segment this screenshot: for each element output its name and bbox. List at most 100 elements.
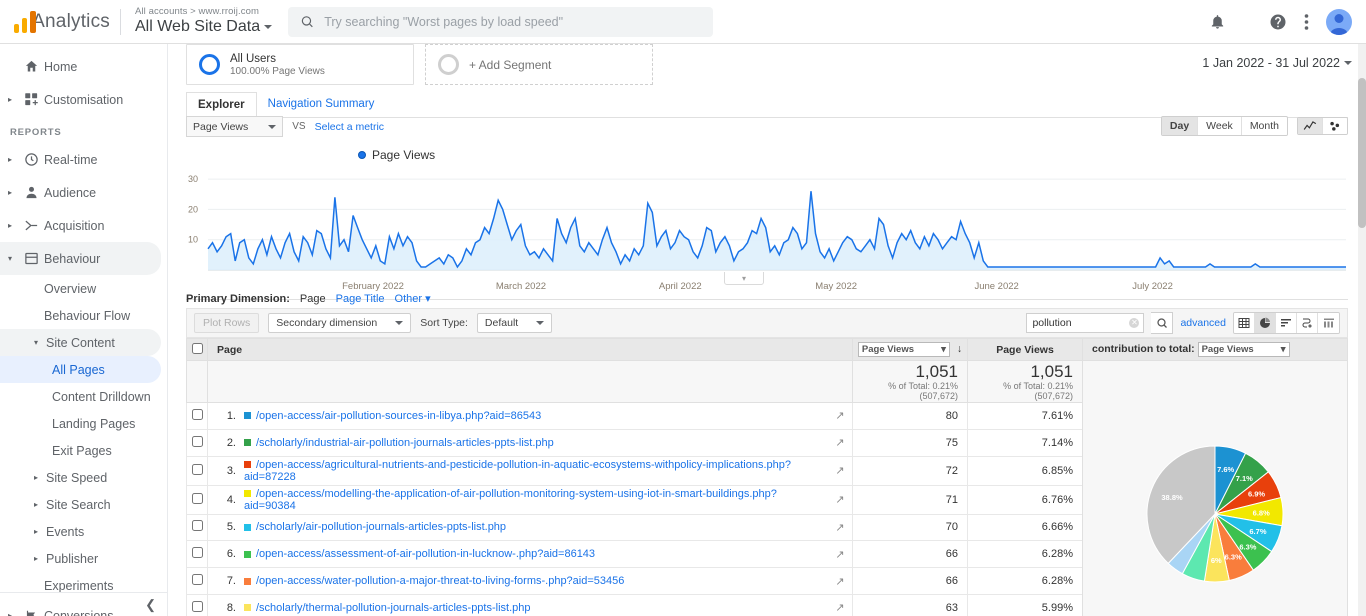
sidebar-item-acquisition[interactable]: ▸ Acquisition xyxy=(0,209,167,242)
sidebar-item-site-speed[interactable]: ▸Site Speed xyxy=(0,464,167,491)
row-checkbox[interactable] xyxy=(192,547,203,558)
global-search[interactable] xyxy=(288,7,713,37)
sidebar-item-customisation[interactable]: ▸ Customisation xyxy=(0,83,167,116)
row-page-link[interactable]: /open-access/water-pollution-a-major-thr… xyxy=(256,575,624,587)
page-views-chart[interactable]: 102030 xyxy=(186,164,1348,276)
granularity-month[interactable]: Month xyxy=(1242,117,1287,135)
primary-dimension-other[interactable]: Other ▾ xyxy=(395,292,431,305)
date-range-selector[interactable]: 1 Jan 2022 - 31 Jul 2022 xyxy=(1202,44,1352,82)
behaviour-icon xyxy=(18,251,44,266)
line-chart-icon[interactable] xyxy=(1298,118,1323,134)
sidebar-item-site-search[interactable]: ▸Site Search xyxy=(0,491,167,518)
row-checkbox[interactable] xyxy=(192,436,203,447)
row-page-link[interactable]: /scholarly/thermal-pollution-journals-ar… xyxy=(256,602,531,614)
brand-name: Analytics xyxy=(32,11,110,33)
sidebar-item-label: All Pages xyxy=(52,363,105,377)
page-scrollbar[interactable] xyxy=(1358,44,1366,616)
sidebar-item-behaviour-flow[interactable]: Behaviour Flow xyxy=(0,302,167,329)
segment-subtitle: 100.00% Page Views xyxy=(230,66,325,77)
sidebar-item-home[interactable]: Home xyxy=(0,50,167,83)
pie-view-icon[interactable] xyxy=(1255,313,1276,333)
date-range-label: 1 Jan 2022 - 31 Jul 2022 xyxy=(1202,56,1340,70)
row-checkbox[interactable] xyxy=(192,409,203,420)
help-icon[interactable] xyxy=(1269,13,1287,31)
column-pageviews[interactable]: Page Views xyxy=(968,339,1083,361)
plot-rows-button[interactable]: Plot Rows xyxy=(194,313,259,333)
primary-dimension-page-title[interactable]: Page Title xyxy=(336,293,385,305)
chevron-down-icon xyxy=(264,25,272,29)
table-search-button[interactable] xyxy=(1151,312,1173,334)
search-input[interactable] xyxy=(324,15,701,29)
bell-icon[interactable] xyxy=(1209,13,1226,30)
chart-resize-handle[interactable]: ▾ xyxy=(724,272,764,285)
row-page-link[interactable]: /open-access/air-pollution-sources-in-li… xyxy=(256,410,541,422)
sidebar-item-content-drilldown[interactable]: Content Drilldown xyxy=(0,383,167,410)
advanced-link[interactable]: advanced xyxy=(1180,317,1226,329)
totals-pct-value: 1,051 xyxy=(968,362,1082,382)
contribution-select[interactable]: Page Views ▾ xyxy=(1198,342,1290,357)
divider xyxy=(120,9,121,35)
pivot-view-icon[interactable] xyxy=(1318,313,1339,333)
sidebar-item-site-content[interactable]: ▾ Site Content xyxy=(0,329,161,356)
select-all-checkbox[interactable] xyxy=(192,343,203,354)
account-selector[interactable]: All accounts > www.rroij.com All Web Sit… xyxy=(135,7,272,36)
open-in-new-icon[interactable]: ↗ xyxy=(830,543,850,565)
tab-explorer[interactable]: Explorer xyxy=(186,92,257,118)
open-in-new-icon[interactable]: ↗ xyxy=(830,597,850,616)
sidebar-item-landing-pages[interactable]: Landing Pages xyxy=(0,410,167,437)
open-in-new-icon[interactable]: ↗ xyxy=(830,488,850,512)
granularity-week[interactable]: Week xyxy=(1198,117,1242,135)
sidebar-item-audience[interactable]: ▸ Audience xyxy=(0,176,167,209)
row-checkbox-cell xyxy=(187,568,208,595)
sidebar-item-overview[interactable]: Overview xyxy=(0,275,167,302)
row-page-link[interactable]: /open-access/modelling-the-application-o… xyxy=(244,488,777,512)
open-in-new-icon[interactable]: ↗ xyxy=(830,517,850,539)
metric-column-select[interactable]: Page Views ▾ xyxy=(858,342,950,357)
row-checkbox[interactable] xyxy=(192,464,203,475)
row-checkbox[interactable] xyxy=(192,520,203,531)
scrollbar-thumb[interactable] xyxy=(1358,78,1366,228)
row-page-link[interactable]: /open-access/agricultural-nutrients-and-… xyxy=(244,459,791,483)
add-segment-button[interactable]: + Add Segment xyxy=(425,44,653,85)
scatter-chart-icon[interactable] xyxy=(1323,118,1347,134)
contribution-pie-chart[interactable]: 7.6%7.1%6.9%6.8%6.7%6.3%6.3%6%38.8% xyxy=(1083,396,1347,616)
sidebar-item-real-time[interactable]: ▸ Real-time xyxy=(0,143,167,176)
metric-select[interactable]: Page Views xyxy=(186,116,283,137)
row-checkbox[interactable] xyxy=(192,493,203,504)
column-page[interactable]: Page xyxy=(208,339,853,361)
open-in-new-icon[interactable]: ↗ xyxy=(830,432,850,454)
row-page-link[interactable]: /open-access/assessment-of-air-pollution… xyxy=(256,548,595,560)
row-checkbox[interactable] xyxy=(192,574,203,585)
sort-type-select[interactable]: Default xyxy=(477,313,552,333)
table-search[interactable]: ✕ xyxy=(1026,313,1144,333)
sidebar-collapse-button[interactable]: ❮ xyxy=(0,592,168,616)
row-page-link[interactable]: /scholarly/industrial-air-pollution-jour… xyxy=(256,437,554,449)
sidebar-item-events[interactable]: ▸Events xyxy=(0,518,167,545)
row-page-link[interactable]: /scholarly/air-pollution-journals-articl… xyxy=(256,521,506,533)
svg-text:February 2022: February 2022 xyxy=(342,281,404,292)
sidebar-item-publisher[interactable]: ▸Publisher xyxy=(0,545,167,572)
column-label: Page Views xyxy=(996,344,1054,356)
table-view-icon[interactable] xyxy=(1234,313,1255,333)
open-in-new-icon[interactable]: ↗ xyxy=(830,570,850,592)
open-in-new-icon[interactable]: ↗ xyxy=(830,405,850,427)
open-in-new-icon[interactable]: ↗ xyxy=(830,459,850,483)
performance-view-icon[interactable] xyxy=(1297,313,1318,333)
tab-navigation-summary[interactable]: Navigation Summary xyxy=(257,92,386,117)
avatar[interactable] xyxy=(1326,9,1352,35)
more-vert-icon[interactable] xyxy=(1304,13,1309,31)
sidebar-item-all-pages[interactable]: All Pages xyxy=(0,356,161,383)
primary-dimension-page[interactable]: Page xyxy=(300,293,326,305)
table-search-input[interactable] xyxy=(1026,313,1144,333)
secondary-dimension-select[interactable]: Secondary dimension xyxy=(268,313,411,333)
select-a-metric-link[interactable]: Select a metric xyxy=(315,121,384,133)
bar-view-icon[interactable] xyxy=(1276,313,1297,333)
segment-all-users[interactable]: All Users 100.00% Page Views xyxy=(186,44,414,85)
search-icon xyxy=(300,14,314,29)
row-checkbox[interactable] xyxy=(192,601,203,612)
sort-desc-icon[interactable]: ↓ xyxy=(957,343,962,355)
sidebar-item-exit-pages[interactable]: Exit Pages xyxy=(0,437,167,464)
brand-logo[interactable]: Analytics xyxy=(0,11,110,33)
granularity-day[interactable]: Day xyxy=(1162,117,1198,135)
sidebar-item-behaviour[interactable]: ▾ Behaviour xyxy=(0,242,161,275)
